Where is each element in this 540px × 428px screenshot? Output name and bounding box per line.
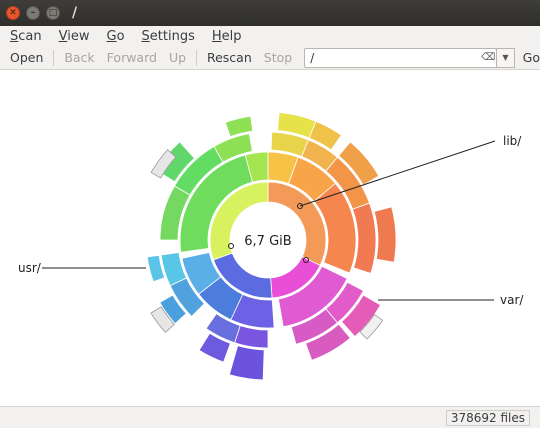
open-button[interactable]: Open [0,50,49,65]
location-dropdown-button[interactable]: ▼ [496,47,515,68]
window-title: / [72,5,78,21]
ring-segment[interactable] [234,325,269,349]
menu-bar: Scan View Go Settings Help [0,26,540,46]
go-button[interactable]: Go [523,50,540,65]
ring-segment[interactable] [228,345,265,381]
toolbar-separator [196,49,197,66]
menu-settings[interactable]: Settings [142,29,195,44]
file-count: 378692 files [445,410,530,426]
location-input[interactable]: / ⌫ [304,47,498,68]
menu-view[interactable]: View [59,29,90,44]
ring-chart-canvas[interactable]: 6,7 GiB lib/ usr/ var/ [0,70,540,406]
clear-icon[interactable]: ⌫ [480,52,496,63]
rescan-button[interactable]: Rescan [201,50,258,65]
ring-segment[interactable] [373,206,397,263]
stop-button[interactable]: Stop [258,50,298,65]
total-size-label: 6,7 GiB [244,234,291,249]
toolbar: Open Back Forward Up Rescan Stop / ⌫ ▼ G… [0,46,540,70]
up-button[interactable]: Up [163,50,192,65]
app-window: ✕ – □ / Scan View Go Settings Help Open … [0,0,540,428]
close-window-button[interactable]: ✕ [6,6,20,20]
maximize-window-button[interactable]: □ [46,6,60,20]
status-bar: 378692 files [0,406,540,428]
back-button[interactable]: Back [58,50,100,65]
ring-chart[interactable]: 6,7 GiB lib/ usr/ var/ [0,70,540,406]
var-label: var/ [500,293,524,307]
toolbar-separator [53,49,55,66]
minimize-window-button[interactable]: – [26,6,40,20]
location-value: / [310,50,315,65]
forward-button[interactable]: Forward [101,50,163,65]
menu-scan[interactable]: Scan [10,29,42,44]
title-bar: ✕ – □ / [0,0,540,26]
chevron-down-icon: ▼ [502,53,509,62]
menu-help[interactable]: Help [212,29,242,44]
usr-label: usr/ [18,261,42,275]
lib-label: lib/ [503,134,522,148]
menu-go[interactable]: Go [106,29,124,44]
